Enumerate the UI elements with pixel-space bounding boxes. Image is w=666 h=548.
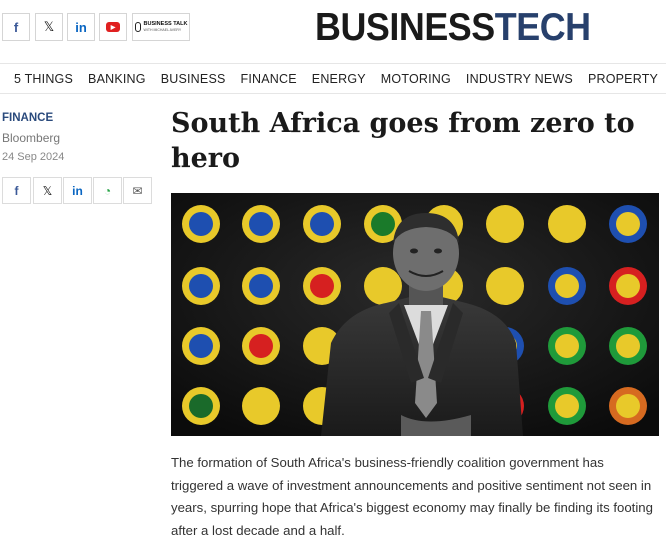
logo-part-business: BUSINESS — [315, 6, 495, 49]
x-icon[interactable]: 𝕏 — [35, 13, 63, 41]
podcast-label: BUSINESS TALK WITH MICHAEL AVERY — [144, 21, 188, 33]
nav-item-motoring[interactable]: MOTORING — [381, 72, 451, 86]
nav-item-5-things[interactable]: 5 THINGS — [14, 72, 73, 86]
microphone-icon — [134, 22, 141, 32]
nav-item-business[interactable]: BUSINESS — [161, 72, 226, 86]
share-email-icon[interactable]: ✉ — [123, 177, 152, 204]
nav-item-industry-news[interactable]: INDUSTRY NEWS — [466, 72, 573, 86]
article-title: South Africa goes from zero to hero — [171, 108, 635, 174]
youtube-icon[interactable]: ▶ — [99, 13, 127, 41]
logo-part-tech: TECH — [494, 6, 591, 49]
hero-image — [171, 193, 659, 436]
podcast-title: BUSINESS TALK — [143, 21, 188, 27]
article-author: Bloomberg — [2, 131, 61, 145]
share-linkedin-icon[interactable]: in — [63, 177, 92, 204]
business-talk-button[interactable]: BUSINESS TALK WITH MICHAEL AVERY — [132, 13, 190, 41]
nav-item-energy[interactable]: ENERGY — [312, 72, 366, 86]
nav-item-property[interactable]: PROPERTY — [588, 72, 658, 86]
article-date: 24 Sep 2024 — [2, 151, 65, 163]
article-body: The formation of South Africa's business… — [171, 455, 653, 538]
top-bar: f 𝕏 in ▶ BUSINESS TALK WITH MICHAEL AVER… — [0, 0, 666, 62]
podcast-subtitle: WITH MICHAEL AVERY — [143, 28, 182, 32]
article-category[interactable]: FINANCE — [2, 112, 53, 124]
main-nav: 5 THINGS BANKING BUSINESS FINANCE ENERGY… — [0, 63, 666, 94]
facebook-icon[interactable]: f — [2, 13, 30, 41]
nav-item-banking[interactable]: BANKING — [88, 72, 146, 86]
hero-illustration — [171, 193, 659, 436]
share-whatsapp-icon[interactable]: ◔ — [93, 177, 122, 204]
share-facebook-icon[interactable]: f — [2, 177, 31, 204]
linkedin-icon[interactable]: in — [67, 13, 95, 41]
site-logo[interactable]: BUSINESSTECH — [315, 6, 591, 50]
nav-item-finance[interactable]: FINANCE — [241, 72, 297, 86]
share-x-icon[interactable]: 𝕏 — [33, 177, 62, 204]
youtube-play-icon: ▶ — [106, 22, 120, 32]
